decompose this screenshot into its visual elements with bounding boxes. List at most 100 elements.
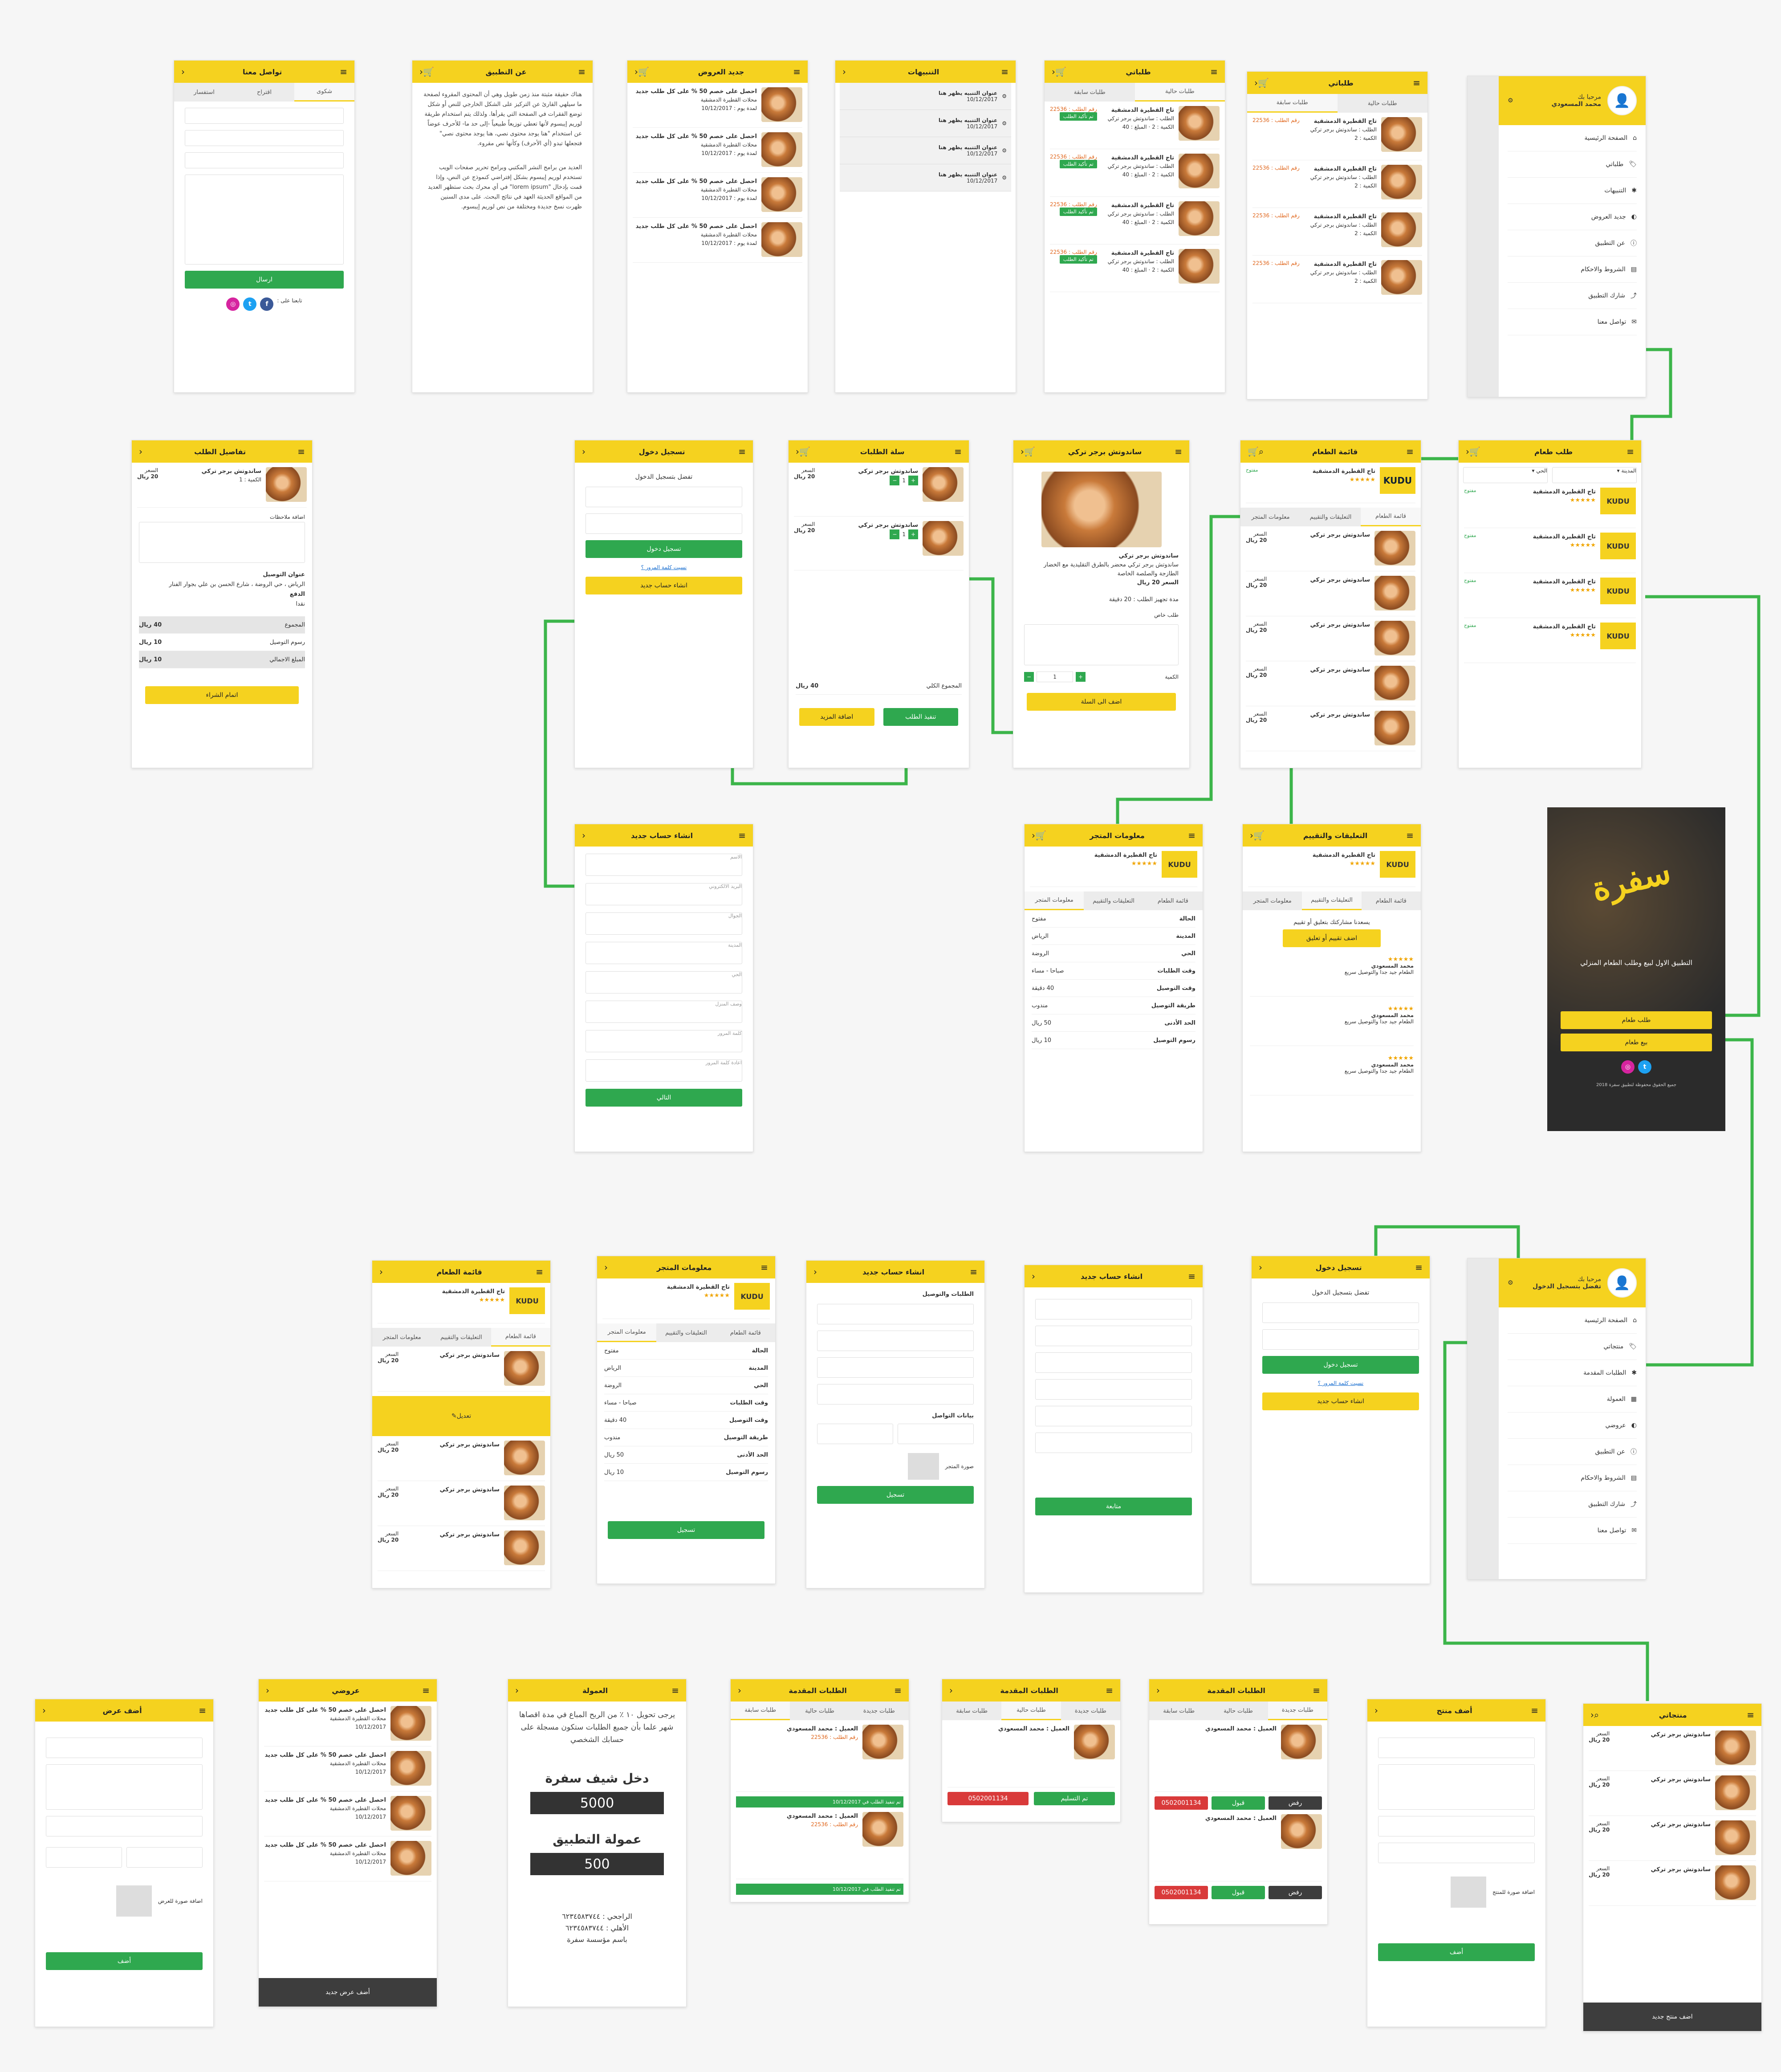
menu-product[interactable]: ساندوتش برجر تركي السعر 20 ريال bbox=[1246, 576, 1415, 616]
delivery-method-select[interactable] bbox=[817, 1331, 974, 1351]
special-request-field[interactable] bbox=[1024, 624, 1179, 665]
menu-item-share[interactable]: ⤴ شارك التطبيق bbox=[1508, 283, 1637, 309]
city-select[interactable]: المدينة ▾ bbox=[1552, 467, 1637, 483]
quantity-stepper[interactable]: +1− bbox=[1024, 672, 1086, 682]
tab-store-info[interactable]: معلومات المتجر bbox=[1240, 508, 1301, 526]
instagram-icon[interactable]: ◎ bbox=[1621, 1060, 1635, 1074]
menu-icon[interactable]: ≡ bbox=[536, 1266, 543, 1277]
cart-icon[interactable]: 🛒 bbox=[1024, 446, 1035, 457]
tab-store-info[interactable]: معلومات المتجر bbox=[372, 1328, 431, 1347]
back-icon[interactable]: ‹ bbox=[1259, 1262, 1262, 1273]
back-icon[interactable]: ‹ bbox=[1254, 77, 1258, 88]
menu-icon[interactable]: ≡ bbox=[1626, 446, 1634, 457]
offer-price-field[interactable] bbox=[46, 1816, 203, 1836]
message-field[interactable] bbox=[185, 175, 344, 265]
gear-icon[interactable]: ⚙ bbox=[1508, 1279, 1513, 1286]
submitted-order[interactable]: العميل : محمد المسعودي رقم الطلب : 22536 bbox=[736, 1812, 903, 1879]
tab-current[interactable]: طلبات حالية bbox=[790, 1702, 849, 1720]
menu-icon[interactable]: ≡ bbox=[199, 1705, 206, 1716]
offer-item[interactable]: احصل على خصم 50 % على كل طلب جديد محلات ا… bbox=[633, 222, 802, 263]
menu-item-products[interactable]: 🏷 منتجاتي bbox=[1508, 1334, 1637, 1360]
tab-reviews[interactable]: التعليقات والتقييم bbox=[656, 1323, 716, 1342]
back-icon[interactable]: ‹ bbox=[582, 830, 586, 841]
menu-icon[interactable]: ≡ bbox=[1313, 1685, 1320, 1696]
menu-backdrop[interactable] bbox=[1468, 76, 1499, 397]
offer-item[interactable]: احصل على خصم 50 % على كل طلب جديد محلات ا… bbox=[264, 1796, 431, 1836]
email-field[interactable] bbox=[185, 130, 344, 146]
back-icon[interactable]: ‹ bbox=[266, 1685, 269, 1696]
menu-backdrop[interactable] bbox=[1468, 1258, 1499, 1579]
menu-product[interactable]: ساندوتش برجر تركي السعر 20 ريال bbox=[378, 1531, 545, 1571]
product-item[interactable]: ساندوتش برجر تركي السعر 20 ريال bbox=[1589, 1775, 1756, 1816]
email-input[interactable] bbox=[586, 487, 742, 507]
edit-product-button[interactable]: تعديل ✎ bbox=[372, 1396, 550, 1436]
district-field[interactable]: الحي bbox=[586, 971, 742, 993]
back-icon[interactable]: ‹ bbox=[181, 66, 185, 77]
back-icon[interactable]: ‹ bbox=[604, 1262, 608, 1273]
menu-item-contact[interactable]: ✉ تواصل معنا bbox=[1508, 1518, 1637, 1544]
back-icon[interactable]: ‹ bbox=[1374, 1705, 1378, 1716]
back-icon[interactable]: ‹ bbox=[379, 1266, 383, 1277]
back-icon[interactable]: ‹ bbox=[1032, 1271, 1035, 1282]
info-row[interactable]: رسوم التوصيل 10 ريال bbox=[604, 1464, 768, 1481]
order-item[interactable]: تاج القطيرة الدمشقية الطلب : ساندوتش برجر… bbox=[1252, 212, 1422, 256]
menu-icon[interactable]: ≡ bbox=[422, 1685, 430, 1696]
menu-icon[interactable]: ≡ bbox=[1531, 1705, 1538, 1716]
email-field[interactable]: البريد الالكتروني bbox=[586, 883, 742, 905]
menu-item-home[interactable]: ⌂ الصفحة الرئيسية bbox=[1508, 125, 1637, 151]
add-button[interactable]: أضف bbox=[1378, 1943, 1535, 1961]
menu-icon[interactable]: ≡ bbox=[1413, 77, 1420, 88]
search-icon[interactable]: ⌕ bbox=[1259, 446, 1264, 457]
twitter-icon[interactable]: t bbox=[1638, 1060, 1651, 1074]
menu-item-notifications[interactable]: ✱ التنبيهات bbox=[1508, 178, 1637, 204]
district-select[interactable]: الحي ▾ bbox=[1463, 467, 1548, 483]
notification-item[interactable]: ⚙ عنوان التنبيه يظهر هنا 10/12/2017 bbox=[840, 164, 1011, 191]
login-button[interactable]: تسجيل دخول bbox=[1262, 1356, 1419, 1374]
back-icon[interactable]: ‹ bbox=[634, 66, 638, 77]
tab-suggestion[interactable]: اقتراح bbox=[234, 83, 294, 102]
back-icon[interactable]: ‹ bbox=[139, 446, 142, 457]
offer-title-field[interactable] bbox=[46, 1738, 203, 1758]
register-button[interactable]: تسجيل bbox=[817, 1486, 974, 1504]
back-icon[interactable]: ‹ bbox=[515, 1685, 519, 1696]
submitted-order[interactable]: العميل : محمد المسعودي رقم الطلب : 22536 bbox=[736, 1725, 903, 1792]
delivered-button[interactable]: تم التسليم bbox=[1034, 1792, 1115, 1805]
password-input[interactable] bbox=[1262, 1329, 1419, 1350]
menu-icon[interactable]: ≡ bbox=[954, 446, 962, 457]
password-confirm-field[interactable] bbox=[1035, 1433, 1192, 1453]
password-field[interactable]: كلمة المرور bbox=[586, 1030, 742, 1052]
phone-field[interactable] bbox=[898, 1424, 974, 1444]
submitted-order[interactable]: العميل : محمد المسعودي bbox=[1155, 1725, 1322, 1792]
reject-button[interactable]: رفض bbox=[1269, 1796, 1322, 1810]
menu-icon[interactable]: ≡ bbox=[1415, 1262, 1423, 1273]
offer-item[interactable]: احصل على خصم 50 % على كل طلب جديد محلات ا… bbox=[633, 132, 802, 173]
tab-menu[interactable]: قائمة الطعام bbox=[1361, 508, 1421, 526]
next-button[interactable]: التالي bbox=[586, 1089, 742, 1107]
cart-icon[interactable]: 🛒 bbox=[1253, 830, 1265, 841]
menu-icon[interactable]: ≡ bbox=[793, 66, 801, 77]
order-item[interactable]: تاج القطيرة الدمشقية الطلب : ساندوتش برجر… bbox=[1252, 117, 1422, 160]
cart-icon[interactable]: 🛒 bbox=[1055, 66, 1066, 77]
menu-product[interactable]: ساندوتش برجر تركي السعر 20 ريال bbox=[378, 1441, 545, 1481]
search-icon[interactable]: ⌕ bbox=[1594, 1710, 1599, 1720]
add-review-button[interactable]: اضف تقييم أو تعليق bbox=[1283, 929, 1381, 947]
notification-item[interactable]: ⚙ عنوان التنبيه يظهر هنا 10/12/2017 bbox=[840, 83, 1011, 110]
menu-icon[interactable]: ≡ bbox=[1406, 830, 1414, 841]
tab-inquiry[interactable]: استفسار bbox=[174, 83, 234, 102]
menu-icon[interactable]: ≡ bbox=[970, 1266, 977, 1277]
add-to-cart-button[interactable]: اضف الى السلة bbox=[1027, 693, 1176, 711]
add-more-button[interactable]: اضافة المزيد bbox=[799, 708, 874, 726]
back-icon[interactable]: ‹ bbox=[582, 446, 586, 457]
menu-item-orders[interactable]: 🏷 طلباتي bbox=[1508, 151, 1637, 178]
tab-reviews[interactable]: التعليقات والتقييم bbox=[1084, 891, 1143, 910]
password-confirm-field[interactable]: اعادة كلمة المرور bbox=[586, 1059, 742, 1082]
menu-item-about[interactable]: ⓘ عن التطبيق bbox=[1508, 230, 1637, 256]
sell-food-button[interactable]: بيع طعام bbox=[1561, 1034, 1712, 1051]
quantity-stepper[interactable]: +1− bbox=[819, 476, 918, 485]
submitted-order[interactable]: العميل : محمد المسعودي bbox=[947, 1725, 1115, 1787]
menu-item-contact[interactable]: ✉ تواصل معنا bbox=[1508, 309, 1637, 335]
forgot-link[interactable]: نسيت كلمة المرور ؟ bbox=[575, 564, 753, 570]
order-food-button[interactable]: طلب طعام bbox=[1561, 1011, 1712, 1029]
cart-icon[interactable]: 🛒 bbox=[1469, 446, 1480, 457]
menu-product[interactable]: ساندوتش برجر تركي السعر 20 ريال bbox=[378, 1486, 545, 1526]
